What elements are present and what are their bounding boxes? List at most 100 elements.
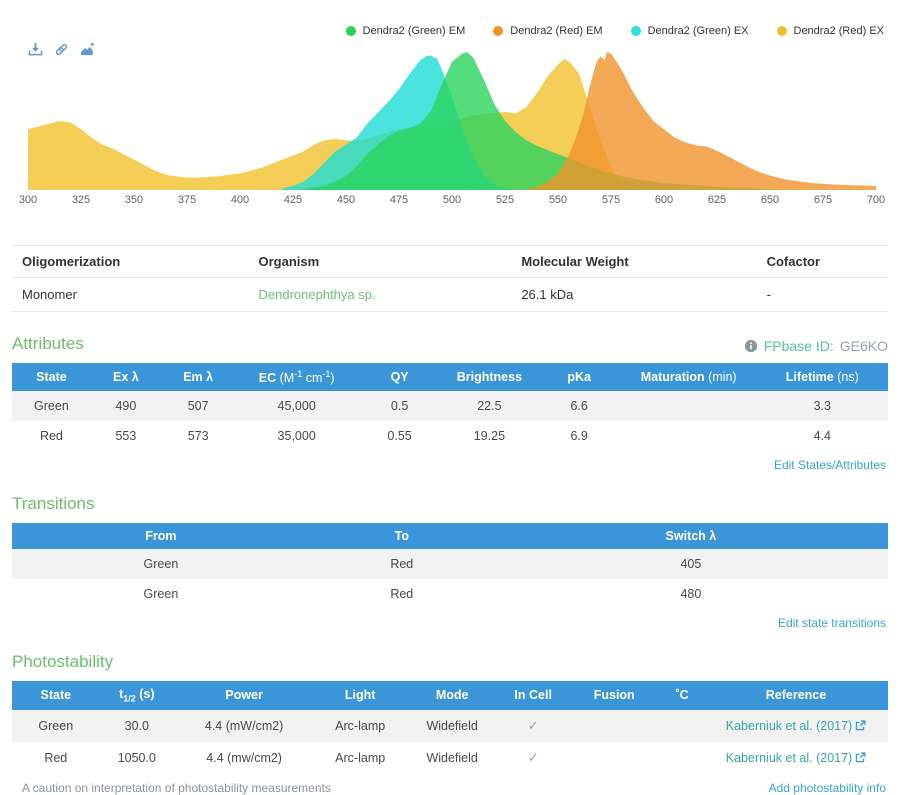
photo-header-state: State <box>12 681 100 710</box>
legend-label: Dendra2 (Red) EX <box>794 25 885 37</box>
photo-header-incell: In Cell <box>498 681 568 710</box>
trans-switch: 480 <box>494 579 888 609</box>
legend-dot <box>777 26 787 36</box>
attr-header-ec: EC (M-1 cm-1) <box>235 363 358 391</box>
download-icon[interactable] <box>28 42 43 57</box>
attr-header-pka: pKa <box>538 363 621 391</box>
add-photostability-link[interactable]: Add photostability info <box>769 781 886 795</box>
photo-power: 4.4 (mW/cm2) <box>174 710 314 742</box>
transitions-table: From To Switch λ Green Red 405 Green Red… <box>12 523 888 609</box>
table-row: Red 1050.0 4.4 (mw/cm2) Arc-lamp Widefie… <box>12 742 888 774</box>
transitions-heading: Transitions <box>12 494 95 514</box>
photo-header-reference: Reference <box>704 681 888 710</box>
check-icon: ✓ <box>528 750 539 765</box>
external-link-icon <box>855 752 866 763</box>
attributes-heading: Attributes <box>12 334 84 354</box>
attributes-table: State Ex λ Em λ EC (M-1 cm-1) QY Brightn… <box>12 363 888 451</box>
photo-header-temp: ˚C <box>660 681 704 710</box>
photostability-caution-link[interactable]: A caution on interpretation of photostab… <box>22 781 331 795</box>
photo-state: Red <box>12 742 100 774</box>
edit-states-attributes-link[interactable]: Edit States/Attributes <box>12 458 886 472</box>
x-axis-tick-label: 425 <box>284 194 302 206</box>
chart-add-icon[interactable] <box>80 42 95 57</box>
trans-switch: 405 <box>494 549 888 579</box>
x-axis-tick-label: 575 <box>602 194 620 206</box>
oligomerization-value: Monomer <box>12 278 249 312</box>
attr-header-em: Em λ <box>161 363 235 391</box>
table-row: Green Red 480 <box>12 579 888 609</box>
link-icon[interactable] <box>54 42 69 57</box>
external-link-icon <box>855 720 866 731</box>
legend-dot <box>631 26 641 36</box>
photo-power: 4.4 (mw/cm2) <box>174 742 314 774</box>
x-axis-tick-label: 325 <box>72 194 90 206</box>
attr-ec: 45,000 <box>235 391 358 421</box>
edit-state-transitions-link[interactable]: Edit state transitions <box>12 616 886 630</box>
x-axis-tick-label: 350 <box>125 194 143 206</box>
x-axis-tick-label: 700 <box>867 194 885 206</box>
trans-header-switch: Switch λ <box>494 523 888 549</box>
photo-header-light: Light <box>314 681 406 710</box>
photo-light: Arc-lamp <box>314 742 406 774</box>
legend-dot <box>346 26 356 36</box>
photostability-table: State t1/2 (s) Power Light Mode In Cell … <box>12 681 888 774</box>
molecular-weight-value: 26.1 kDa <box>511 278 756 312</box>
attr-header-ex: Ex λ <box>91 363 161 391</box>
attr-ex: 490 <box>91 391 161 421</box>
info-icon[interactable] <box>744 339 758 353</box>
photo-header-power: Power <box>174 681 314 710</box>
fpbase-id: FPbase ID: GE6KO <box>744 338 888 354</box>
trans-to: Red <box>310 549 494 579</box>
x-axis-tick-label: 450 <box>337 194 355 206</box>
reference-link[interactable]: Kaberniuk et al. (2017) <box>726 751 866 765</box>
attr-lifetime: 3.3 <box>757 391 888 421</box>
protein-info-table: Oligomerization Organism Molecular Weigh… <box>12 245 888 312</box>
table-row: Green 30.0 4.4 (mW/cm2) Arc-lamp Widefie… <box>12 710 888 742</box>
attr-em: 507 <box>161 391 235 421</box>
x-axis-tick-label: 550 <box>549 194 567 206</box>
table-row: Green Red 405 <box>12 549 888 579</box>
legend-dot <box>493 26 503 36</box>
photo-state: Green <box>12 710 100 742</box>
photo-header-mode: Mode <box>406 681 498 710</box>
x-axis-tick-label: 625 <box>708 194 726 206</box>
legend-item[interactable]: Dendra2 (Red) EM <box>493 25 602 37</box>
trans-header-from: From <box>12 523 310 549</box>
legend-label: Dendra2 (Green) EM <box>363 25 466 37</box>
attr-header-state: State <box>12 363 91 391</box>
photo-thalf: 30.0 <box>100 710 174 742</box>
photo-fusion <box>568 710 660 742</box>
attr-pka: 6.9 <box>538 421 621 451</box>
photo-fusion <box>568 742 660 774</box>
photo-temp <box>660 710 704 742</box>
table-row: Green 490 507 45,000 0.5 22.5 6.6 3.3 <box>12 391 888 421</box>
chart-toolbar <box>28 42 95 57</box>
reference-link[interactable]: Kaberniuk et al. (2017) <box>726 719 866 733</box>
x-axis-tick-label: 525 <box>496 194 514 206</box>
x-axis-tick-label: 400 <box>231 194 249 206</box>
chart-legend: Dendra2 (Green) EM Dendra2 (Red) EM Dendra… <box>346 25 884 37</box>
info-header-organism: Organism <box>249 246 512 278</box>
spectra-chart: Dendra2 (Green) EM Dendra2 (Red) EM Dendra… <box>0 0 900 215</box>
attr-header-brightness: Brightness <box>441 363 537 391</box>
legend-item[interactable]: Dendra2 (Green) EX <box>631 25 749 37</box>
attr-qy: 0.55 <box>358 421 441 451</box>
attr-ec: 35,000 <box>235 421 358 451</box>
info-header-cofactor: Cofactor <box>757 246 888 278</box>
attr-state: Green <box>12 391 91 421</box>
trans-to: Red <box>310 579 494 609</box>
legend-item[interactable]: Dendra2 (Red) EX <box>777 25 885 37</box>
organism-link[interactable]: Dendronephthya sp. <box>259 287 376 302</box>
check-icon: ✓ <box>528 718 539 733</box>
attr-em: 573 <box>161 421 235 451</box>
trans-header-to: To <box>310 523 494 549</box>
photo-light: Arc-lamp <box>314 710 406 742</box>
photostability-heading: Photostability <box>12 652 113 672</box>
legend-item[interactable]: Dendra2 (Green) EM <box>346 25 466 37</box>
table-row: Monomer Dendronephthya sp. 26.1 kDa - <box>12 278 888 312</box>
attr-state: Red <box>12 421 91 451</box>
attr-pka: 6.6 <box>538 391 621 421</box>
attr-qy: 0.5 <box>358 391 441 421</box>
attr-header-maturation: Maturation (min) <box>621 363 757 391</box>
attr-maturation <box>621 391 757 421</box>
